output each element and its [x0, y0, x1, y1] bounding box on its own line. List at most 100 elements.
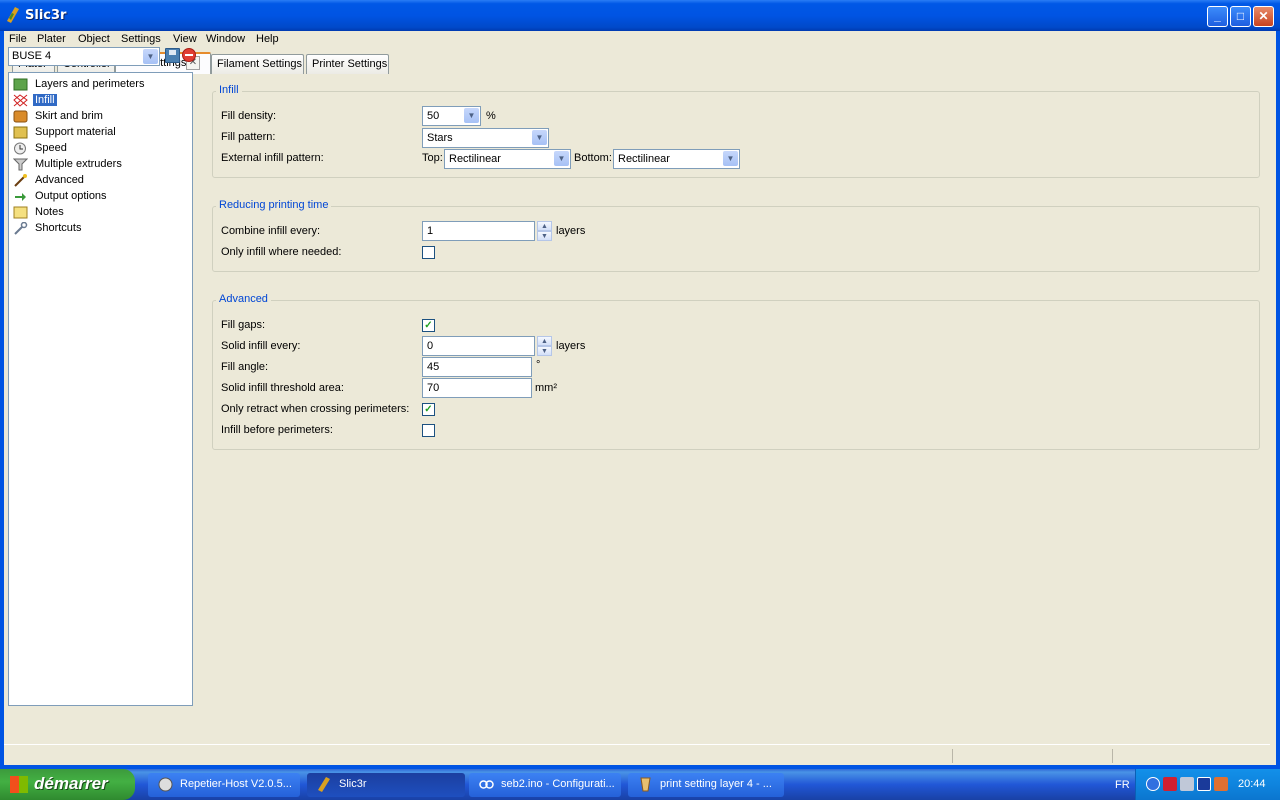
- taskbar-item-label: seb2.ino - Configurati...: [501, 778, 615, 790]
- menu-view[interactable]: View: [173, 33, 197, 45]
- fill-angle-value: 45: [427, 361, 440, 373]
- chevron-down-icon[interactable]: ▼: [554, 151, 569, 166]
- infill-group-title: Infill: [216, 84, 242, 96]
- fill-pattern-select[interactable]: Stars ▼: [422, 128, 549, 148]
- show-hidden-icons-icon[interactable]: [1146, 777, 1160, 791]
- menu-file[interactable]: File: [9, 33, 27, 45]
- menu-window[interactable]: Window: [206, 33, 245, 45]
- combine-infill-label: Combine infill every:: [221, 225, 321, 237]
- fill-pattern-label: Fill pattern:: [221, 131, 276, 143]
- chevron-down-icon[interactable]: ▼: [532, 130, 547, 145]
- output-icon: [15, 193, 26, 201]
- settings-page-list: Layers and perimeters Infill Skirt and b…: [8, 72, 193, 706]
- only-infill-needed-checkbox[interactable]: [422, 246, 435, 259]
- infill-before-perimeters-label: Infill before perimeters:: [221, 424, 333, 436]
- solid-infill-every-stepper[interactable]: ▲ ▼: [537, 336, 552, 356]
- funnel-icon: [13, 158, 28, 171]
- clock: 20:44: [1238, 778, 1266, 790]
- fill-density-select[interactable]: 50 ▼: [422, 106, 481, 126]
- only-retract-label: Only retract when crossing perimeters:: [221, 403, 410, 415]
- tree-item-label: Multiple extruders: [35, 158, 122, 170]
- window-title: Slic3r: [25, 8, 67, 23]
- threshold-area-input[interactable]: 70: [422, 378, 532, 398]
- fill-angle-input[interactable]: 45: [422, 357, 532, 377]
- wrench-icon: [14, 222, 28, 235]
- save-icon[interactable]: [165, 48, 180, 63]
- tree-item-label: Support material: [35, 126, 116, 138]
- solid-infill-every-label: Solid infill every:: [221, 340, 301, 352]
- start-button[interactable]: démarrer: [0, 769, 135, 800]
- menu-bar: File Plater Object Settings View Window …: [4, 31, 1276, 49]
- tab-printer-settings[interactable]: Printer Settings: [306, 54, 389, 74]
- menu-help[interactable]: Help: [256, 33, 279, 45]
- advanced-group-title: Advanced: [216, 293, 271, 305]
- reducing-group-title: Reducing printing time: [216, 199, 332, 211]
- arduino-icon: [479, 780, 494, 789]
- minimize-button[interactable]: _: [1207, 6, 1228, 27]
- menu-plater[interactable]: Plater: [37, 33, 66, 45]
- top-pattern-select[interactable]: Rectilinear ▼: [444, 149, 571, 169]
- spin-up-icon[interactable]: ▲: [537, 221, 552, 231]
- fill-gaps-checkbox[interactable]: ✓: [422, 319, 435, 332]
- security-shield-icon[interactable]: [1163, 777, 1177, 791]
- top-label: Top:: [422, 152, 443, 164]
- tree-item-label: Output options: [35, 190, 107, 202]
- taskbar-item-label: Repetier-Host V2.0.5...: [180, 778, 292, 790]
- tab-filament-settings[interactable]: Filament Settings: [211, 54, 304, 74]
- chevron-down-icon[interactable]: ▼: [723, 151, 738, 166]
- close-button[interactable]: ✕: [1253, 6, 1274, 27]
- only-retract-checkbox[interactable]: ✓: [422, 403, 435, 416]
- fill-density-value: 50: [427, 110, 440, 122]
- external-infill-label: External infill pattern:: [221, 152, 324, 164]
- windows-logo-icon: [10, 776, 28, 793]
- status-divider: [1112, 749, 1113, 763]
- taskbar-item-repetier[interactable]: Repetier-Host V2.0.5...: [148, 773, 300, 797]
- bottom-label: Bottom:: [574, 152, 612, 164]
- clock-icon: [14, 142, 26, 155]
- tree-item-label: Notes: [35, 206, 64, 218]
- fill-angle-label: Fill angle:: [221, 361, 269, 373]
- network-icon[interactable]: [1180, 777, 1194, 791]
- window-titlebar[interactable]: Slic3r _ □ ✕: [0, 0, 1280, 31]
- spin-down-icon[interactable]: ▼: [537, 346, 552, 356]
- fill-gaps-label: Fill gaps:: [221, 319, 266, 331]
- combine-infill-value: 1: [427, 225, 434, 237]
- taskbar: démarrer Repetier-Host V2.0.5... Slic3r …: [0, 769, 1280, 800]
- bottom-pattern-select[interactable]: Rectilinear ▼: [613, 149, 740, 169]
- taskbar-item-label: Slic3r: [339, 778, 367, 790]
- menu-object[interactable]: Object: [78, 33, 110, 45]
- delete-icon[interactable]: [182, 48, 196, 62]
- infill-before-perimeters-checkbox[interactable]: [422, 424, 435, 437]
- brim-icon: [13, 110, 28, 123]
- support-icon: [13, 126, 28, 139]
- combine-infill-stepper[interactable]: ▲ ▼: [537, 221, 552, 241]
- menu-settings[interactable]: Settings: [121, 33, 161, 45]
- solid-infill-every-input[interactable]: 0: [422, 336, 535, 356]
- taskbar-item-slic3r[interactable]: Slic3r: [307, 773, 465, 797]
- system-tray: 20:44: [1135, 769, 1280, 800]
- threshold-area-value: 70: [427, 382, 440, 394]
- slic3r-icon: [318, 777, 330, 792]
- preset-value: BUSE 4: [12, 50, 52, 62]
- tray-app-icon[interactable]: [1214, 777, 1228, 791]
- spin-up-icon[interactable]: ▲: [537, 336, 552, 346]
- wand-icon: [14, 174, 27, 187]
- layers-icon: [13, 78, 28, 91]
- preset-select[interactable]: BUSE 4 ▼: [8, 47, 160, 66]
- language-indicator[interactable]: FR: [1115, 779, 1130, 791]
- chevron-down-icon[interactable]: ▼: [143, 49, 158, 64]
- maximize-button[interactable]: □: [1230, 6, 1251, 27]
- status-divider: [952, 749, 953, 763]
- chevron-down-icon[interactable]: ▼: [464, 108, 479, 123]
- bottom-pattern-value: Rectilinear: [618, 153, 670, 165]
- combine-infill-input[interactable]: 1: [422, 221, 535, 241]
- paint-icon: [640, 777, 651, 792]
- solid-infill-every-value: 0: [427, 340, 434, 352]
- taskbar-item-paint[interactable]: print setting layer 4 - ...: [628, 773, 784, 797]
- monitor-icon[interactable]: [1197, 777, 1211, 791]
- combine-infill-unit: layers: [556, 225, 586, 237]
- taskbar-item-arduino[interactable]: seb2.ino - Configurati...: [469, 773, 621, 797]
- tree-item-label: Speed: [35, 142, 67, 154]
- spin-down-icon[interactable]: ▼: [537, 231, 552, 241]
- tree-item-label: Shortcuts: [35, 222, 82, 234]
